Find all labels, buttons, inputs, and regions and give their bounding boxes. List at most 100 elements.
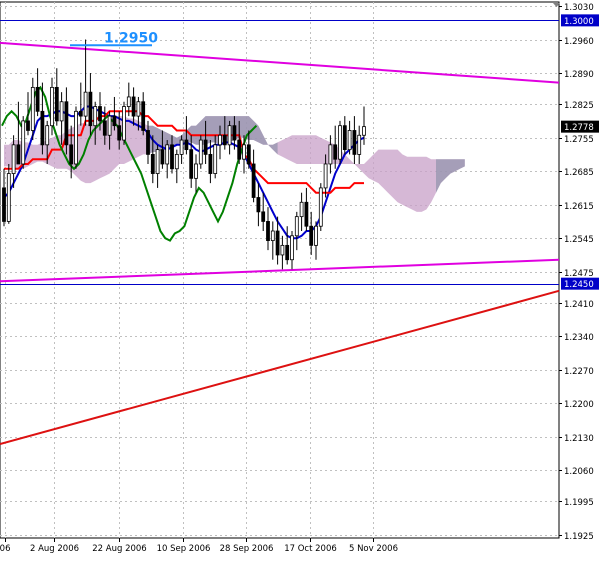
candle-body	[69, 144, 74, 165]
x-tick-label: 2 Aug 2006	[30, 544, 79, 554]
candle-body	[294, 216, 299, 237]
candle-body	[208, 154, 213, 174]
candle-body	[328, 144, 333, 165]
candle-body	[165, 144, 170, 165]
candle-body	[102, 120, 107, 136]
candle-body	[59, 101, 64, 122]
candle-body	[155, 149, 160, 174]
candle-body	[50, 86, 54, 127]
y-tick-label: 1.2200	[564, 400, 594, 410]
candle-body	[122, 106, 126, 141]
candle-body	[112, 115, 117, 127]
candle-body	[16, 144, 21, 165]
candle-body	[338, 125, 342, 160]
y-tick-label: 1.2685	[564, 168, 594, 178]
candle-body	[78, 110, 83, 117]
candle-body	[251, 163, 256, 198]
y-tick-label: 1.2890	[564, 70, 594, 80]
candle-body	[290, 235, 294, 261]
y-tick-label: 1.2340	[564, 333, 594, 343]
candle-body	[93, 106, 98, 127]
candle-body	[40, 110, 45, 146]
candle-body	[218, 134, 222, 146]
candle-body	[352, 130, 357, 155]
candle-body	[189, 149, 194, 179]
price-label-text: 1.2450	[564, 280, 594, 290]
x-tick-label: 28 Sep 2006	[220, 544, 274, 554]
y-tick-label: 1.2825	[564, 101, 594, 111]
candle-body	[270, 230, 275, 241]
candle-body	[117, 125, 122, 141]
x-tick-label: 5 Nov 2006	[349, 544, 398, 554]
candle-body	[314, 225, 318, 246]
candle-body	[261, 211, 266, 222]
candle-body	[237, 139, 242, 160]
y-tick-label: 1.2960	[564, 37, 594, 47]
candle-body	[30, 86, 35, 131]
y-tick-label: 1.2130	[564, 434, 594, 444]
candle-body	[194, 163, 198, 179]
candle-body	[203, 139, 208, 155]
candle-body	[309, 225, 314, 246]
candle-body	[170, 144, 174, 170]
candle-body	[299, 201, 304, 218]
y-tick-label: 1.2755	[564, 135, 594, 145]
y-tick-label: 1.2475	[564, 269, 594, 279]
candle-body	[26, 120, 30, 131]
candle-body	[323, 163, 328, 189]
y-tick-label: 1.2545	[564, 235, 594, 245]
candle-body	[160, 149, 165, 165]
candle-body	[362, 126, 366, 136]
candle-body	[246, 144, 251, 165]
candle-body	[88, 91, 93, 127]
y-tick-label: 1.2615	[564, 202, 594, 212]
y-tick-label: 1.2410	[564, 300, 594, 310]
candle-body	[136, 101, 141, 117]
candle-body	[126, 96, 131, 107]
y-tick-label: 1.3030	[564, 3, 594, 13]
candle-body	[141, 101, 146, 131]
candle-body	[131, 96, 136, 117]
candle-body	[342, 125, 347, 151]
annotation-label: 1.2950	[104, 30, 158, 46]
price-label-text: 1.3000	[564, 17, 594, 27]
candle-body	[107, 115, 112, 136]
x-tick-label: 10 Sep 2006	[157, 544, 211, 554]
chart-canvas: 1.3030 1.2960 1.2890 1.2825 1.2755 1.2685 1.26…	[0, 1, 599, 554]
candle-body	[333, 144, 338, 160]
candle-body	[266, 221, 270, 241]
candle-body	[174, 154, 179, 170]
x-tick-label: 17 Oct 2006	[284, 544, 337, 554]
y-tick-label: 1.2270	[564, 367, 594, 377]
candle-body	[242, 144, 246, 160]
y-tick-label: 1.1925	[564, 532, 594, 542]
price-chart: 1.3030 1.2960 1.2890 1.2825 1.2755 1.2685 1.26…	[0, 0, 600, 558]
candle-body	[357, 134, 362, 155]
candle-body	[184, 139, 189, 151]
x-tick-label: 22 Aug 2006	[92, 544, 146, 554]
candle-body	[64, 101, 69, 146]
y-tick-label: 1.1995	[564, 498, 594, 508]
candle-body	[83, 91, 88, 117]
candle-body	[318, 187, 323, 227]
candle-body	[35, 86, 40, 112]
candle-body	[222, 134, 227, 146]
price-label-text: 1.2778	[564, 123, 594, 133]
candle-body	[213, 144, 218, 174]
candle-body	[2, 187, 6, 222]
candle-body	[256, 197, 261, 213]
candle-body	[54, 86, 59, 122]
candle-body	[275, 230, 280, 256]
candle-body	[227, 125, 232, 146]
candle-body	[6, 173, 11, 222]
candle-body	[280, 244, 285, 256]
x-tick-label: 006	[0, 544, 11, 554]
candle-body	[146, 130, 150, 155]
candle-body	[11, 144, 16, 174]
candle-body	[74, 110, 78, 165]
candle-body	[179, 139, 184, 155]
candle-body	[45, 125, 50, 146]
candle-body	[150, 154, 155, 174]
candle-body	[232, 125, 237, 141]
candle-body	[304, 201, 309, 227]
